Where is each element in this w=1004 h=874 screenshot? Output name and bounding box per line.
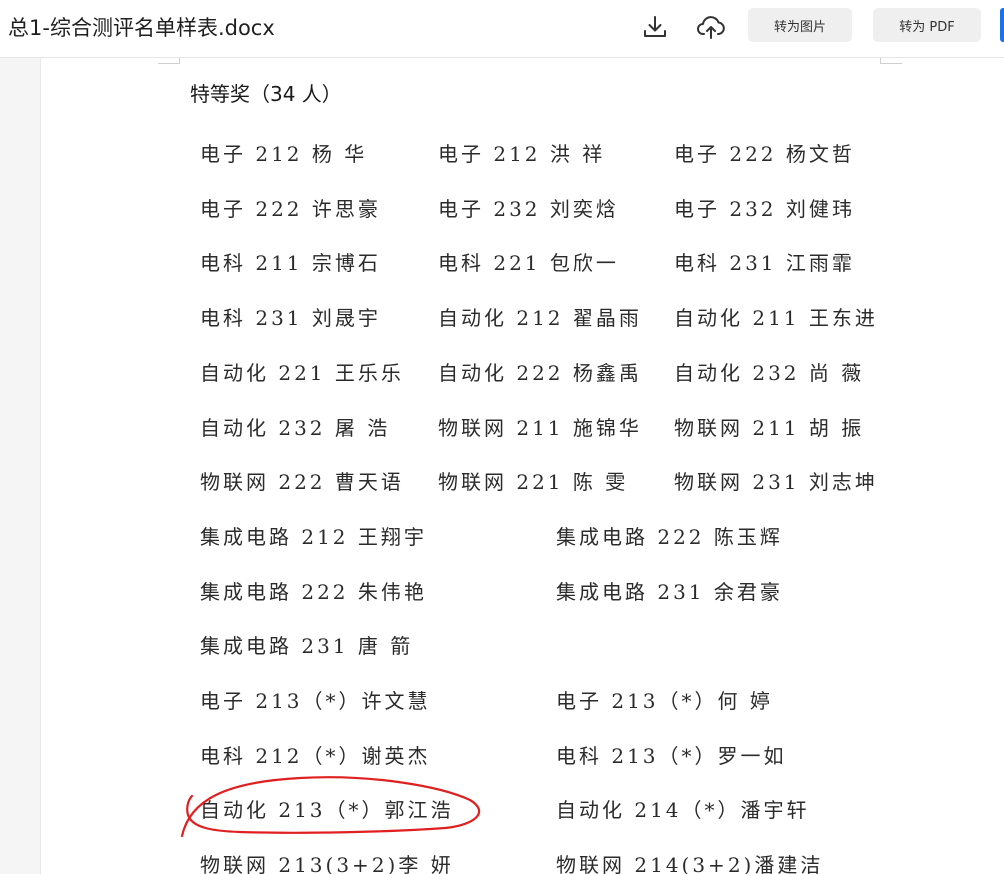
award-entry: 自动化 222 杨鑫禹 (438, 361, 642, 385)
award-entry: 电子 232 刘奕焓 (438, 197, 619, 221)
award-entry: 物联网 211 施锦华 (438, 416, 642, 440)
award-entry: 自动化 213（*）郭江浩 (200, 798, 454, 822)
award-entry: 自动化 211 王东进 (674, 306, 878, 330)
award-entry: 电子 213（*）何 婷 (556, 689, 773, 713)
award-entry: 电科 213（*）罗一如 (556, 744, 787, 768)
award-entry: 电子 232 刘健玮 (674, 197, 855, 221)
award-entry: 电子 222 杨文哲 (674, 142, 855, 166)
award-entry: 集成电路 231 余君豪 (556, 580, 783, 604)
award-entry: 物联网 222 曹天语 (200, 470, 404, 494)
award-entry: 自动化 232 屠 浩 (200, 416, 391, 440)
award-entry: 电子 212 杨 华 (200, 142, 368, 166)
award-entry: 电子 213（*）许文慧 (200, 689, 431, 713)
award-entry: 集成电路 212 王翔宇 (200, 525, 427, 549)
award-entry: 自动化 212 翟晶雨 (438, 306, 642, 330)
award-entry: 集成电路 231 唐 箭 (200, 634, 414, 658)
award-entry: 电科 211 宗博石 (200, 251, 381, 275)
award-entry: 物联网 231 刘志坤 (674, 470, 878, 494)
award-entry: 集成电路 222 朱伟艳 (200, 580, 427, 604)
award-entry: 电科 212（*）谢英杰 (200, 744, 431, 768)
award-entry: 自动化 221 王乐乐 (200, 361, 404, 385)
award-list: 电子 212 杨 华 电子 212 洪 祥 电子 222 杨文哲电子 222 许思豪… (0, 0, 1004, 874)
award-entry: 电科 231 刘晟宇 (200, 306, 381, 330)
award-entry: 物联网 213(3+2)李 妍 (200, 853, 454, 874)
award-entry: 物联网 211 胡 振 (674, 416, 865, 440)
award-entry: 物联网 221 陈 雯 (438, 470, 629, 494)
award-entry: 电科 221 包欣一 (438, 251, 619, 275)
award-entry: 自动化 214（*）潘宇轩 (556, 798, 810, 822)
award-entry: 集成电路 222 陈玉辉 (556, 525, 783, 549)
award-entry: 电科 231 江雨霏 (674, 251, 855, 275)
award-entry: 电子 222 许思豪 (200, 197, 381, 221)
award-entry: 电子 212 洪 祥 (438, 142, 606, 166)
award-entry: 自动化 232 尚 薇 (674, 361, 865, 385)
award-entry: 物联网 214(3+2)潘建洁 (556, 853, 824, 874)
